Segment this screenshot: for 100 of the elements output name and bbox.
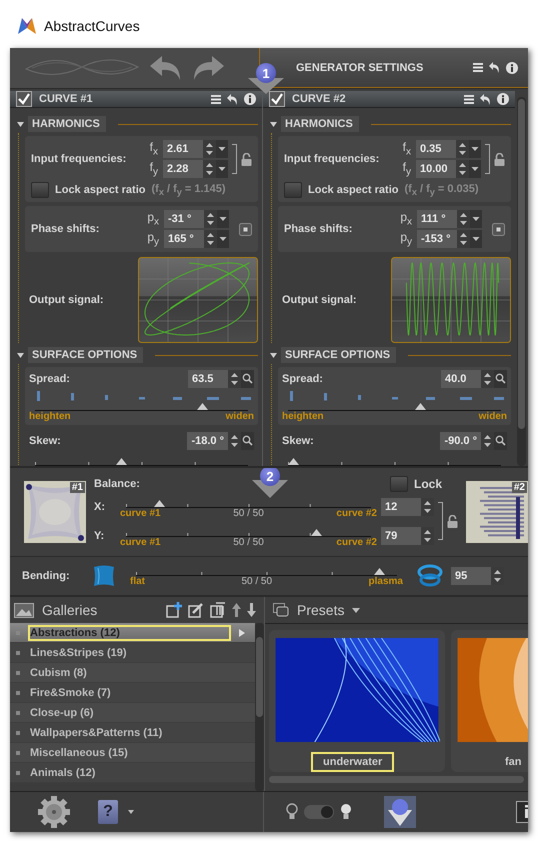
preset-card[interactable]: underwater xyxy=(269,630,445,772)
scrollbar[interactable] xyxy=(269,776,524,783)
dropdown-button[interactable] xyxy=(217,230,229,248)
info-icon[interactable] xyxy=(244,93,256,105)
number-field[interactable]: 2.28 xyxy=(163,160,203,178)
number-field[interactable]: 0.35 xyxy=(416,140,456,158)
edit-icon[interactable] xyxy=(188,602,204,618)
checkbox[interactable] xyxy=(269,91,285,107)
number-field[interactable]: 12 xyxy=(381,498,421,516)
reset-icon[interactable] xyxy=(489,62,500,73)
spin-button[interactable] xyxy=(204,230,217,248)
toggle-switch[interactable] xyxy=(304,805,334,819)
section-header[interactable]: HARMONICS xyxy=(28,116,106,132)
preset-card[interactable]: fan xyxy=(451,630,528,772)
slider-thumb[interactable] xyxy=(310,529,322,536)
info-icon[interactable] xyxy=(506,62,518,74)
dropdown-button[interactable] xyxy=(470,230,482,248)
info-button[interactable] xyxy=(516,801,528,823)
slider-label: curve #1 xyxy=(120,537,161,548)
spin-button[interactable] xyxy=(204,210,217,228)
search-button[interactable] xyxy=(494,370,507,388)
reset-icon[interactable] xyxy=(480,94,491,104)
spin-button[interactable] xyxy=(457,230,470,248)
number-field[interactable]: 79 xyxy=(381,526,421,544)
number-field[interactable]: 2.61 xyxy=(163,140,203,158)
redo-icon[interactable] xyxy=(192,56,224,80)
gallery-item[interactable]: Cubism (8) xyxy=(10,663,255,683)
download-button[interactable] xyxy=(384,796,416,828)
dropdown-button[interactable] xyxy=(217,210,229,228)
slider-thumb[interactable] xyxy=(374,568,384,574)
toggle-button[interactable] xyxy=(390,476,408,492)
gallery-item[interactable]: Abstractions (12) xyxy=(10,623,255,643)
caret-icon xyxy=(17,122,24,126)
number-field[interactable]: 95 xyxy=(451,567,491,585)
undo-icon[interactable] xyxy=(150,56,182,80)
field-label: Phase shifts: xyxy=(31,223,100,235)
slider-thumb[interactable] xyxy=(154,500,166,507)
bulb-off-icon xyxy=(286,803,298,821)
move-down-icon[interactable] xyxy=(247,603,256,617)
number-field[interactable]: 111 ° xyxy=(417,210,457,228)
presets-dropdown[interactable]: Presets xyxy=(297,602,360,618)
spin-button[interactable] xyxy=(203,160,216,178)
menu-icon[interactable] xyxy=(473,63,483,72)
toggle-button[interactable] xyxy=(284,182,302,198)
search-button[interactable] xyxy=(494,432,507,450)
dropdown-button[interactable] xyxy=(470,210,482,228)
reset-icon[interactable] xyxy=(227,94,238,104)
spin-button[interactable] xyxy=(456,140,469,158)
scrollbar[interactable] xyxy=(255,623,264,791)
gallery-item[interactable]: Miscellaneous (15) xyxy=(10,743,255,763)
slider-label: plasma xyxy=(368,576,403,586)
center-button[interactable] xyxy=(492,222,505,236)
number-field[interactable]: 63.5 xyxy=(188,370,228,388)
gallery-item[interactable]: Fire&Smoke (7) xyxy=(10,683,255,703)
spin-button[interactable] xyxy=(456,160,469,178)
gallery-item[interactable]: Animals (12) xyxy=(10,763,255,783)
slider-track[interactable] xyxy=(288,401,501,411)
menu-icon[interactable] xyxy=(211,94,221,104)
field-label: p$_{x}$ xyxy=(400,210,412,228)
gallery-item[interactable]: Wallpapers&Patterns (11) xyxy=(10,723,255,743)
caret-icon xyxy=(17,352,24,358)
field-label: Spread: xyxy=(29,373,70,385)
gallery-item[interactable]: Lines&Stripes (19) xyxy=(10,643,255,663)
number-field[interactable]: -90.0 ° xyxy=(440,432,481,450)
add-icon[interactable] xyxy=(166,602,182,618)
number-field[interactable]: 10.00 xyxy=(416,160,456,178)
dropdown-button[interactable] xyxy=(216,140,228,158)
number-field[interactable]: 165 ° xyxy=(164,230,204,248)
search-button[interactable] xyxy=(241,370,254,388)
gallery-item[interactable]: Close-up (6) xyxy=(10,703,255,723)
help-button[interactable]: ? xyxy=(98,800,118,824)
lock-icon xyxy=(494,152,505,166)
toggle-button[interactable] xyxy=(31,182,49,198)
info-icon[interactable] xyxy=(497,93,509,105)
slider-thumb[interactable] xyxy=(415,403,426,410)
number-field[interactable]: 40.0 xyxy=(441,370,481,388)
checkbox[interactable] xyxy=(16,91,32,107)
spin-button[interactable] xyxy=(203,140,216,158)
move-up-icon[interactable] xyxy=(232,603,241,617)
dropdown-button[interactable] xyxy=(469,140,481,158)
section-header[interactable]: HARMONICS xyxy=(281,116,359,132)
slider-track[interactable] xyxy=(35,401,248,411)
dropdown-button[interactable] xyxy=(469,160,481,178)
number-field[interactable]: -153 ° xyxy=(417,230,457,248)
section-header[interactable]: SURFACE OPTIONS xyxy=(281,347,396,363)
settings-icon[interactable] xyxy=(38,796,70,828)
number-field[interactable]: -18.0 ° xyxy=(187,432,228,450)
center-button[interactable] xyxy=(239,222,252,236)
search-button[interactable] xyxy=(241,432,254,450)
scrollbar[interactable] xyxy=(517,97,526,466)
spin-button[interactable] xyxy=(457,210,470,228)
section-header[interactable]: SURFACE OPTIONS xyxy=(28,347,144,363)
spin-button[interactable] xyxy=(481,370,494,388)
delete-icon[interactable] xyxy=(210,602,226,618)
field-label: Balance: xyxy=(94,478,140,490)
slider-thumb[interactable] xyxy=(196,403,208,410)
spin-button[interactable] xyxy=(228,370,241,388)
number-field[interactable]: -31 ° xyxy=(164,210,204,228)
menu-icon[interactable] xyxy=(464,94,474,104)
dropdown-button[interactable] xyxy=(216,160,228,178)
